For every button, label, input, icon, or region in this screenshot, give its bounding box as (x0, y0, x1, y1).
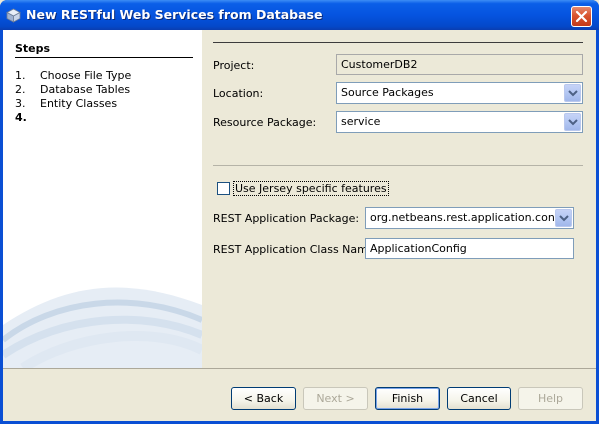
location-value: Source Packages (341, 86, 434, 99)
title-bar[interactable]: New RESTful Web Services from Database (0, 0, 599, 30)
close-button[interactable] (571, 6, 592, 27)
dialog-window: New RESTful Web Services from Database S… (0, 0, 599, 424)
project-field: CustomerDB2 (336, 54, 583, 75)
steps-panel: Steps 1. Choose File Type 2. Database Ta… (3, 30, 202, 368)
back-button[interactable]: < Back (231, 387, 296, 410)
step-label: Choose File Type (40, 69, 132, 82)
window-title: New RESTful Web Services from Database (26, 7, 323, 22)
rest-app-package-value: org.netbeans.rest.application.config (370, 211, 569, 224)
rest-app-package-combobox[interactable]: org.netbeans.rest.application.config (365, 207, 574, 229)
rest-app-package-label: REST Application Package: (213, 212, 360, 225)
cube-icon (6, 8, 21, 23)
step-label: Database Tables (40, 83, 131, 96)
middle-separator (213, 165, 583, 166)
step-number: 1. (15, 69, 26, 82)
step-number: 4. (15, 111, 27, 124)
step-number: 3. (15, 97, 26, 110)
resource-package-combobox[interactable]: service (336, 111, 583, 133)
location-combobox[interactable]: Source Packages (336, 82, 583, 104)
chevron-down-icon (568, 90, 578, 97)
jersey-checkbox[interactable] (217, 182, 230, 195)
step-number: 2. (15, 83, 26, 96)
next-button[interactable]: Next > (303, 387, 368, 410)
project-label: Project: (213, 59, 255, 72)
steps-divider (15, 57, 193, 58)
jersey-checkbox-label[interactable]: Use Jersey specific features (233, 181, 389, 196)
chevron-down-icon (568, 119, 578, 126)
finish-button[interactable]: Finish (375, 387, 440, 410)
steps-header: Steps (15, 42, 51, 55)
project-value: CustomerDB2 (341, 58, 418, 71)
rest-app-class-label: REST Application Class Name: (213, 243, 379, 256)
location-dropdown-button[interactable] (564, 84, 581, 102)
step-label: Entity Classes (40, 97, 118, 110)
rest-app-class-value: ApplicationConfig (370, 242, 467, 255)
rest-app-class-field[interactable]: ApplicationConfig (365, 238, 574, 259)
rest-app-package-dropdown-button[interactable] (555, 209, 572, 227)
help-button[interactable]: Help (518, 387, 583, 410)
top-separator (213, 42, 583, 43)
footer-separator (3, 368, 596, 369)
resource-package-value: service (341, 115, 381, 128)
location-label: Location: (213, 87, 264, 100)
resource-package-label: Resource Package: (213, 116, 317, 129)
chevron-down-icon (559, 215, 569, 222)
cancel-button[interactable]: Cancel (447, 387, 511, 410)
resource-package-dropdown-button[interactable] (564, 113, 581, 131)
decorative-swoosh (3, 287, 202, 368)
close-icon (575, 10, 588, 23)
